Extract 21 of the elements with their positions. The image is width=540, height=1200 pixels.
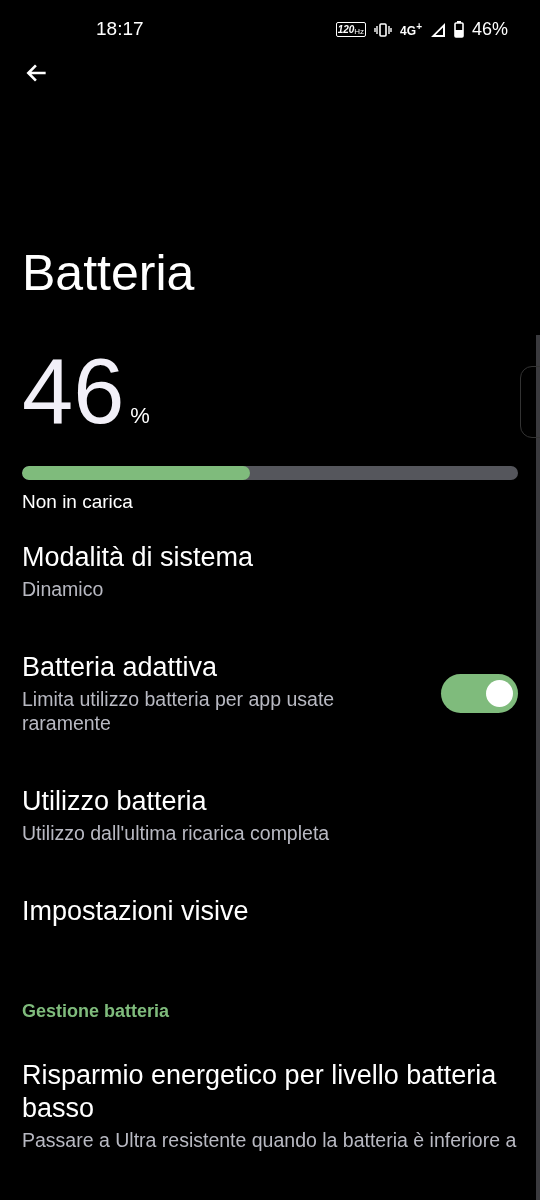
settings-item[interactable]: Risparmio energetico per livello batteria basso Passare a Ultra resistente quando la batteria è inferiore a [22,1034,518,1177]
item-description: Dinamico [22,577,105,601]
section-header: Gestione batteria [22,1001,171,1022]
signal-icon [429,21,446,38]
battery-percent: 46% [471,19,508,40]
item-description: Passare a Ultra resistente quando la batteria è inferiore a [22,1128,518,1152]
clock-time: 18:17 [96,18,144,40]
item-description: Utilizzo dall'ultima ricarica completa [22,821,331,845]
settings-item[interactable]: Impostazioni visive [22,870,518,953]
vibrate-icon [374,22,393,37]
toggle-switch[interactable] [441,673,518,713]
percent-sign: % [130,403,150,429]
battery-percentage: 46 [22,343,125,439]
page-title: Batteria [22,245,196,301]
settings-item[interactable]: Modalità di sistema Dinamico [22,516,518,626]
settings-item[interactable]: Utilizzo batteria Utilizzo dall'ultima ricarica completa [22,760,518,870]
charging-status: Non in carica [22,490,134,514]
settings-item[interactable]: Batteria adattiva Limita utilizzo batteria per app usate raramente [22,626,518,760]
item-description: Limita utilizzo batteria per app usate raramente [22,687,336,735]
battery-icon [453,21,464,38]
network-type: 4G$^{+}$ [400,21,422,38]
